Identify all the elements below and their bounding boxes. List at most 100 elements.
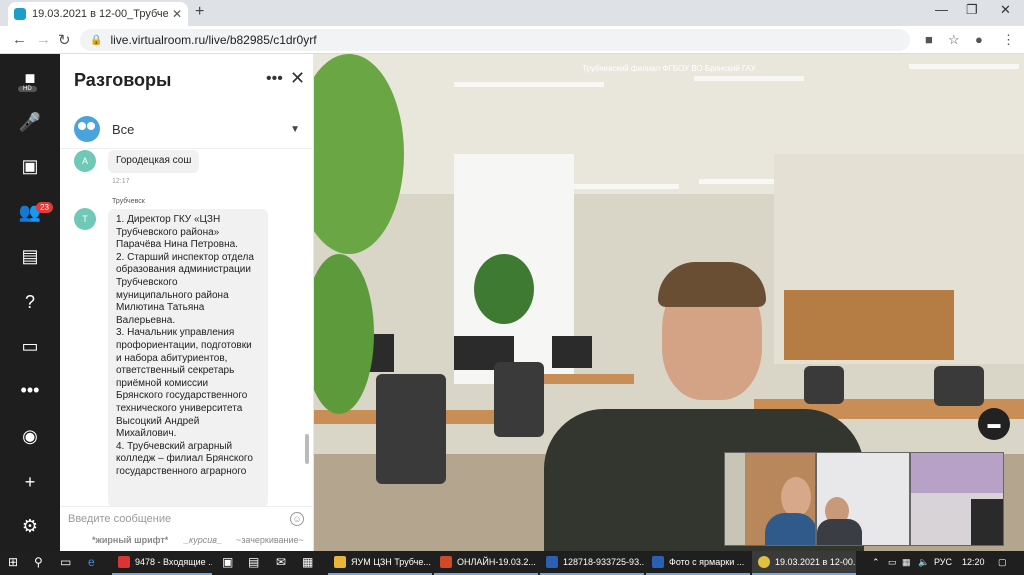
participant-thumbnail[interactable] — [910, 452, 1004, 546]
tab-title: 19.03.2021 в 12-00_Трубчевск_ — [32, 8, 168, 20]
format-bold-hint: *жирный шрифт* — [92, 535, 169, 545]
app-sidebar: ■ HD 🎤 ▣ 👥 23 ▤ ? ▭ ••• ◉ + ⚙ — [0, 54, 60, 551]
plant — [314, 254, 374, 414]
windows-start-icon[interactable]: ⊞ — [8, 555, 18, 569]
message-line: ответственный секретарь — [116, 365, 235, 377]
word-icon — [652, 556, 664, 568]
profile-avatar-icon[interactable]: ● — [975, 32, 983, 47]
chat-icon[interactable]: ▤ — [0, 246, 60, 267]
message-line: Брянского государственного — [116, 390, 248, 402]
message-bubble: 1. Директор ГКУ «ЦЗН Трубчевского района… — [108, 209, 268, 507]
emoji-icon[interactable]: ☺ — [290, 512, 304, 526]
minimize-button[interactable]: — — [935, 2, 948, 17]
conference-title: Трубчевский филиал ФГБОУ ВО Брянский ГАУ — [582, 64, 756, 73]
taskbar-app[interactable]: 128718-933725-93... — [540, 551, 644, 575]
chat-scrollbar[interactable] — [305, 434, 309, 464]
url-text: live.virtualroom.ru/live/b82985/c1dr0yrf — [110, 33, 317, 47]
message-line: 4. Трубчевский аграрный — [116, 440, 233, 452]
contacts-icon[interactable]: ▣ — [0, 156, 60, 177]
maximize-button[interactable]: ❐ — [966, 2, 978, 18]
word-icon — [546, 556, 558, 568]
message-composer: Введите сообщение ☺ *жирный шрифт* _курс… — [60, 506, 314, 551]
forward-button[interactable]: → — [36, 31, 51, 48]
battery-icon[interactable]: ▭ — [888, 557, 897, 568]
reload-button[interactable]: ↻ — [58, 31, 71, 49]
clock[interactable]: 12:20 — [962, 557, 985, 567]
lock-icon: 🔒 — [90, 34, 103, 46]
taskbar-app-label: Фото с ярмарки ... — [669, 557, 745, 567]
store-icon[interactable]: ▣ — [222, 555, 233, 569]
speaker-hair — [658, 262, 766, 307]
format-italic-hint: _курсив_ — [184, 535, 222, 545]
back-button[interactable]: ← — [12, 31, 27, 48]
message-line: 3. Начальник управления — [116, 327, 235, 339]
opera-icon — [118, 556, 130, 568]
taskbar-app[interactable]: Фото с ярмарки ... — [646, 551, 750, 575]
main-video[interactable]: Трубчевский филиал ФГБОУ ВО Брянский ГАУ… — [314, 54, 1024, 551]
participant-thumbnail[interactable] — [816, 452, 910, 546]
taskbar-app[interactable]: 9478 - Входящие ... — [112, 551, 212, 575]
os-taskbar: ⊞ ⚲ ▭ e 9478 - Входящие ... ▣ ▤ ✉ ▦ ЯУМ … — [0, 551, 1024, 575]
close-panel-icon[interactable]: ✕ — [290, 68, 305, 89]
close-tab-icon[interactable]: ✕ — [172, 7, 182, 21]
explorer-icon[interactable]: ▤ — [248, 555, 259, 569]
message-time: 12:17 — [112, 178, 130, 185]
message-sender: Трубчевск — [112, 198, 145, 205]
participant-thumbnail[interactable] — [724, 452, 816, 546]
taskbar-app-label: ЯУМ ЦЗН Трубче... — [351, 557, 431, 567]
chair — [934, 366, 984, 406]
close-window-button[interactable]: ✕ — [1000, 2, 1011, 18]
edge-icon[interactable]: e — [88, 555, 95, 569]
microphone-icon[interactable]: 🎤 — [0, 112, 60, 133]
browser-menu-icon[interactable]: ⋮ — [1002, 32, 1015, 48]
photos-icon[interactable]: ▦ — [302, 555, 313, 569]
language-indicator[interactable]: РУС — [934, 557, 952, 567]
bookshelf — [784, 290, 954, 360]
folder-icon — [334, 556, 346, 568]
screen-share-icon[interactable]: ▭ — [0, 336, 60, 357]
network-icon[interactable]: ▦ — [902, 557, 911, 568]
message-line: Трубчевского района» — [116, 226, 220, 238]
taskbar-app-label: 9478 - Входящие ... — [135, 557, 212, 567]
message-line: образования администрации — [116, 264, 251, 276]
search-icon[interactable]: ⚲ — [34, 555, 43, 569]
message-line: Высоцкий Андрей — [116, 415, 200, 427]
message-line: приёмной комиссии — [116, 377, 209, 389]
filter-value: Все — [112, 121, 135, 137]
url-input[interactable]: 🔒 live.virtualroom.ru/live/b82985/c1dr0y… — [80, 29, 910, 51]
tray-chevron-icon[interactable]: ⌃ — [872, 557, 880, 568]
more-icon[interactable]: ••• — [0, 380, 60, 401]
panel-title: Разговоры — [74, 70, 172, 90]
chair — [376, 374, 446, 484]
record-icon[interactable]: ◉ — [0, 426, 60, 447]
message-line: и набора абитуриентов, — [116, 352, 228, 364]
taskbar-app[interactable]: ОНЛАЙН-19.03.2... — [434, 551, 538, 575]
task-view-icon[interactable]: ▭ — [60, 555, 71, 569]
message-bubble: Городецкая сош — [108, 150, 200, 173]
message-input[interactable]: Введите сообщение — [68, 513, 171, 525]
notifications-icon[interactable]: ▢ — [998, 557, 1007, 568]
taskbar-app[interactable]: ЯУМ ЦЗН Трубче... — [328, 551, 432, 575]
browser-tab[interactable]: 19.03.2021 в 12-00_Трубчевск_ ✕ — [8, 2, 188, 26]
camera-permission-icon[interactable]: ■ — [925, 32, 933, 47]
message-line: колледж – филиал Брянского — [116, 453, 253, 465]
settings-gear-icon[interactable]: ⚙ — [0, 516, 60, 537]
add-user-icon[interactable]: + — [0, 472, 60, 493]
message-line: технического университета — [116, 402, 243, 414]
message-line: 2. Старший инспектор отдела — [116, 251, 254, 263]
ceiling-lamp — [694, 76, 804, 81]
new-tab-button[interactable]: + — [195, 3, 204, 21]
sender-avatar: Т — [74, 208, 96, 230]
message-line: Милютина Татьяна — [116, 302, 205, 314]
taskbar-app-label: 128718-933725-93... — [563, 557, 644, 567]
mail-icon[interactable]: ✉ — [276, 555, 286, 569]
address-bar-row: ← → ↻ 🔒 live.virtualroom.ru/live/b82985/… — [0, 26, 1024, 54]
volume-icon[interactable]: 🔈 — [918, 557, 929, 568]
conversation-filter-select[interactable]: Все ▼ — [74, 114, 300, 144]
participants-icon[interactable]: 👥 23 — [0, 202, 60, 223]
bookmark-star-icon[interactable]: ☆ — [948, 32, 960, 48]
taskbar-app-active[interactable]: 19.03.2021 в 12-00... — [752, 551, 856, 575]
layout-toggle-button[interactable]: ▬ — [978, 408, 1010, 440]
question-icon[interactable]: ? — [0, 292, 60, 313]
more-options-icon[interactable]: ••• — [266, 70, 283, 88]
